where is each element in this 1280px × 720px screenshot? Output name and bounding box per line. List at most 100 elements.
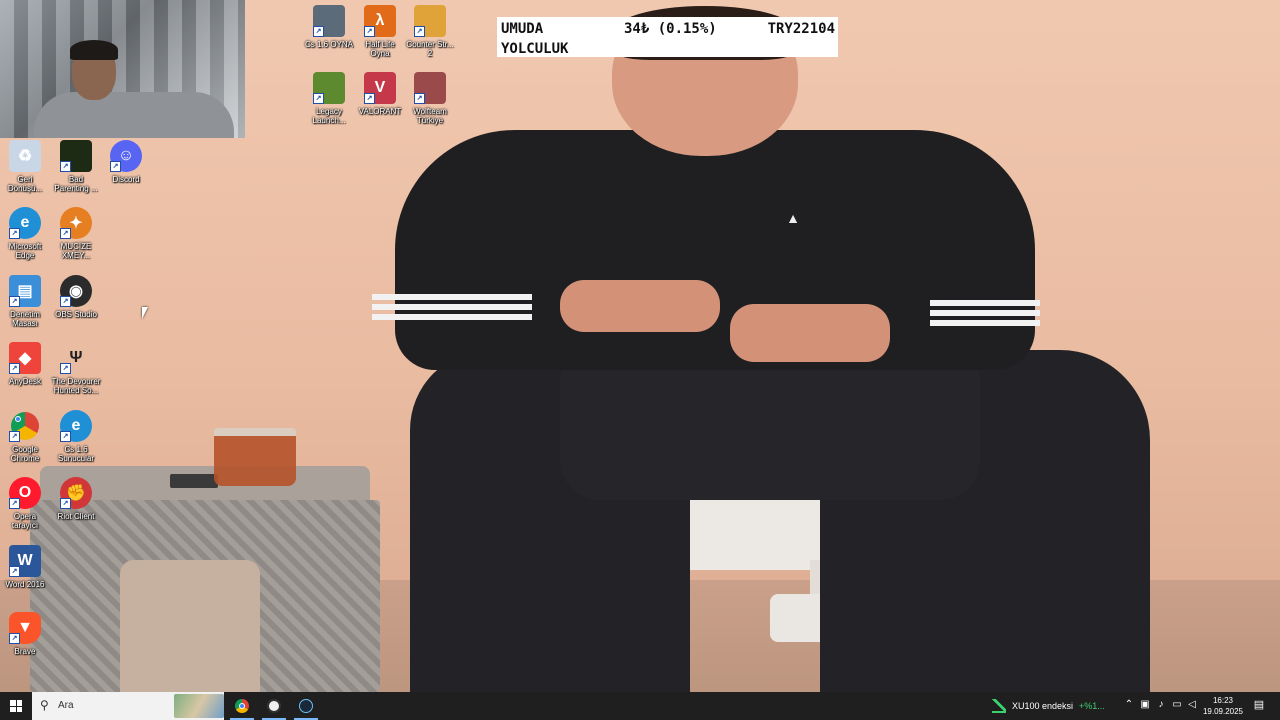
discord-icon: ☺ ↗ bbox=[110, 140, 142, 172]
search-placeholder: Ara bbox=[58, 700, 74, 711]
desktop-icon-half-life[interactable]: λ ↗ Half Life Oyna bbox=[355, 5, 405, 58]
riot-client-icon: ✊ ↗ bbox=[60, 477, 92, 509]
desktop-icon-label: The Devourer Hunted So... bbox=[51, 377, 101, 395]
wolfteam-icon: ↗ bbox=[414, 72, 446, 104]
cs16-icon: ↗ bbox=[313, 5, 345, 37]
desktop-icon-word[interactable]: W ↗ Word 2016 bbox=[0, 545, 50, 589]
desktop-icon-label: Denetim Masası bbox=[10, 310, 40, 328]
desktop-icon-label: Geri Dönüşü... bbox=[7, 175, 43, 193]
ticker-name: UMUDA YOLCULUK bbox=[501, 21, 569, 57]
taskbar-clock[interactable]: 16:23 19.09.2025 bbox=[1198, 695, 1248, 717]
stock-ticker-overlay: UMUDA YOLCULUK 34₺ (0.15%) TRY22104 bbox=[497, 17, 838, 57]
desktop-icon-label: Google Chrome bbox=[10, 445, 40, 463]
desktop-icon-obs[interactable]: ◉ ↗ OBS Studio bbox=[51, 275, 101, 319]
desktop-icon-anydesk[interactable]: ◆ ↗ AnyDesk bbox=[0, 342, 50, 386]
market-widget[interactable]: XU100 endeksi +%1... bbox=[992, 692, 1105, 720]
desktop-icon-bad-parenting[interactable]: ↗ Bad Parenting ... bbox=[51, 140, 101, 193]
desktop-icon-recycle-bin[interactable]: ♻ Geri Dönüşü... bbox=[0, 140, 50, 193]
word-icon: W ↗ bbox=[9, 545, 41, 577]
desktop-icon-label: Microsoft Edge bbox=[8, 242, 42, 260]
mouse-cursor-icon bbox=[142, 307, 148, 319]
half-life-icon: λ ↗ bbox=[364, 5, 396, 37]
cs16-servers-icon: e ↗ bbox=[60, 410, 92, 442]
notification-icon[interactable]: ▤ bbox=[1252, 698, 1266, 712]
desktop-icon-control-panel[interactable]: ▤ ↗ Denetim Masası bbox=[0, 275, 50, 328]
desktop-icon-label: Cs 1.6 Sunucular bbox=[57, 445, 95, 463]
desktop-icon-opera[interactable]: O ↗ Opera tarayıcı bbox=[0, 477, 50, 530]
desktop-icon-mucize[interactable]: ✦ ↗ MUCİZE XMEY... bbox=[51, 207, 101, 260]
webcam-person-body bbox=[34, 92, 234, 138]
desktop-icon-cs2[interactable]: ↗ Counter Str... 2 bbox=[405, 5, 455, 58]
wallpaper-phone bbox=[170, 474, 218, 488]
chevron-up-icon[interactable]: ⌃ bbox=[1123, 699, 1135, 711]
desktop-icon-label: Riot Client bbox=[57, 512, 95, 521]
webcam-overlay bbox=[0, 0, 245, 138]
desktop-icon-label: Wolfteam Türkiye bbox=[413, 107, 447, 125]
edge-icon: e ↗ bbox=[9, 207, 41, 239]
taskbar-app-chrome[interactable] bbox=[226, 692, 258, 720]
desktop-icon-brave[interactable]: ▼ ↗ Brave bbox=[0, 612, 50, 656]
taskbar-search[interactable]: ⚲ Ara bbox=[32, 692, 224, 720]
desktop-icon-label: Bad Parenting ... bbox=[54, 175, 98, 193]
desktop-icon-edge[interactable]: e ↗ Microsoft Edge bbox=[0, 207, 50, 260]
desktop-icon-valorant[interactable]: V ↗ VALORANT bbox=[355, 72, 405, 116]
ticker-change: 34₺ (0.15%) bbox=[624, 21, 717, 37]
desktop-icon-label: Half Life Oyna bbox=[365, 40, 395, 58]
desktop-icon-label: OBS Studio bbox=[55, 310, 97, 319]
wallpaper-jacket-logo: ▲ bbox=[786, 210, 800, 226]
desktop-icon-legacy-launcher[interactable]: ↗ Legacy Launch... bbox=[304, 72, 354, 125]
desktop-icon-discord[interactable]: ☺ ↗ Discord bbox=[101, 140, 151, 184]
desktop-icon-label: Cs 1.6 OYNA bbox=[304, 40, 353, 49]
obs-icon bbox=[267, 699, 281, 713]
desktop-icon-label: Word 2016 bbox=[5, 580, 45, 589]
anydesk-icon: ◆ ↗ bbox=[9, 342, 41, 374]
desktop-icon-label: AnyDesk bbox=[8, 377, 41, 386]
desktop-icon-cs16-servers[interactable]: e ↗ Cs 1.6 Sunucular bbox=[51, 410, 101, 463]
clock-time: 16:23 bbox=[1212, 696, 1234, 705]
desktop-icon-label: Discord bbox=[112, 175, 140, 184]
search-highlight-image bbox=[174, 694, 224, 718]
network-icon[interactable]: ▭ bbox=[1171, 699, 1183, 711]
opera-icon: O ↗ bbox=[9, 477, 41, 509]
taskbar-app-obs[interactable] bbox=[258, 692, 290, 720]
desktop-icon-label: MUCİZE XMEY... bbox=[60, 242, 92, 260]
webcam-person-hair bbox=[70, 40, 118, 60]
wallpaper-hand-left bbox=[560, 280, 720, 332]
market-label: XU100 endeksi bbox=[1012, 701, 1074, 711]
desktop-icon-label: Opera tarayıcı bbox=[11, 512, 39, 530]
windows-logo-icon bbox=[10, 700, 22, 712]
desktop-icon-cs16[interactable]: ↗ Cs 1.6 OYNA bbox=[304, 5, 354, 49]
obs-icon: ◉ ↗ bbox=[60, 275, 92, 307]
minecraft-icon: ↗ bbox=[313, 72, 345, 104]
control-panel-icon: ▤ ↗ bbox=[9, 275, 41, 307]
microphone-icon[interactable]: ♪ bbox=[1155, 699, 1167, 711]
mucize-icon: ✦ ↗ bbox=[60, 207, 92, 239]
desktop-icon-label: Counter Str... 2 bbox=[406, 40, 454, 58]
tray-app-icon[interactable]: ▣ bbox=[1139, 699, 1151, 711]
brave-icon: ▼ ↗ bbox=[9, 612, 41, 644]
taskbar: ⚲ Ara XU100 endeksi +%1... ⌃ ▣ ♪ ▭ ◁ 16:… bbox=[0, 692, 1280, 720]
desktop-icon-label: Brave bbox=[14, 647, 36, 656]
valorant-icon: V ↗ bbox=[364, 72, 396, 104]
wallpaper-hand-right bbox=[730, 304, 890, 362]
bad-parenting-icon: ↗ bbox=[60, 140, 92, 172]
desktop-icon-google-chrome[interactable]: ↗ Google Chrome bbox=[0, 410, 50, 463]
ticker-price: TRY22104 bbox=[767, 21, 835, 37]
wallpaper-stool-opening bbox=[120, 560, 260, 692]
desktop-icon-label: VALORANT bbox=[358, 107, 402, 116]
cs2-icon: ↗ bbox=[414, 5, 446, 37]
taskbar-app-steam[interactable] bbox=[290, 692, 322, 720]
volume-icon[interactable]: ◁ bbox=[1186, 699, 1198, 711]
wallpaper-tea-glass bbox=[214, 428, 296, 486]
wallpaper-sleeve-stripes-left bbox=[372, 294, 532, 300]
desktop-icon-label: Legacy Launch... bbox=[312, 107, 346, 125]
desktop-icon-the-devourer[interactable]: Ψ ↗ The Devourer Hunted So... bbox=[51, 342, 101, 395]
start-button[interactable] bbox=[0, 692, 32, 720]
wallpaper-sleeve-stripes-right bbox=[930, 300, 1040, 306]
market-change: +%1... bbox=[1079, 701, 1105, 711]
desktop-icon-wolfteam[interactable]: ↗ Wolfteam Türkiye bbox=[405, 72, 455, 125]
desktop-icon-riot-client[interactable]: ✊ ↗ Riot Client bbox=[51, 477, 101, 521]
wallpaper-person-torso bbox=[395, 130, 1035, 370]
recycle-bin-icon: ♻ bbox=[9, 140, 41, 172]
stock-chart-icon bbox=[992, 699, 1006, 713]
